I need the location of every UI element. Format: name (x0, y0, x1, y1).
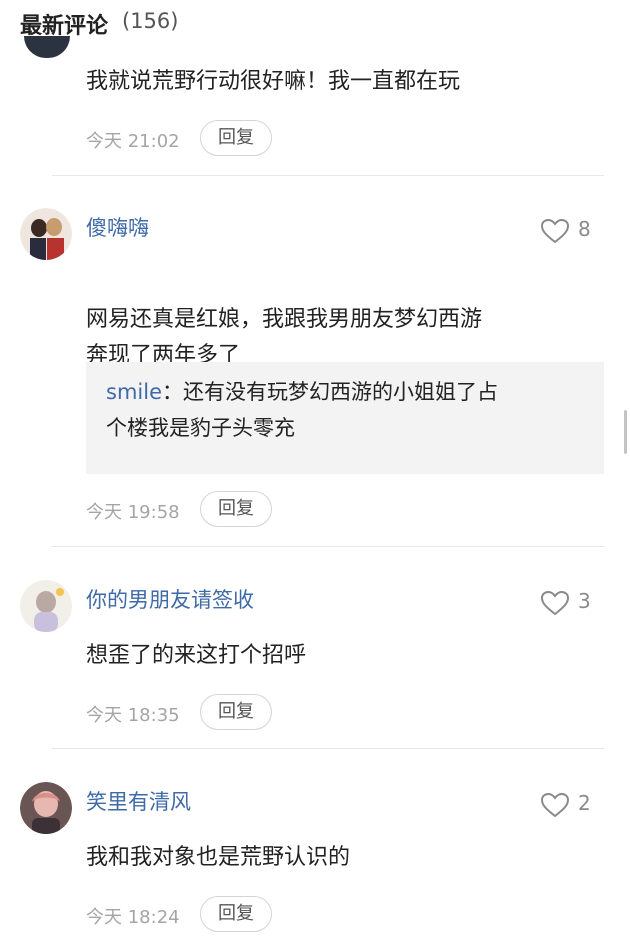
like-button[interactable]: 3 (540, 588, 600, 618)
reply-preview[interactable]: smile：还有没有玩梦幻西游的小姐姐了占 个楼我是豹子头零充 (86, 362, 604, 474)
username[interactable]: 笑里有清风 (86, 786, 191, 816)
heart-icon (540, 590, 570, 616)
username[interactable]: 你的男朋友请签收 (86, 584, 254, 614)
avatar[interactable] (20, 782, 72, 834)
username[interactable]: 傻嗨嗨 (86, 212, 149, 242)
like-count: 3 (578, 589, 591, 613)
divider (52, 748, 604, 749)
like-count: 2 (578, 791, 591, 815)
comment-content: 网易还真是红娘，我跟我男朋友梦幻西游 奔现了两年多了 (86, 266, 606, 405)
comments-header: 最新评论 (156) (0, 0, 630, 48)
like-button[interactable]: 8 (540, 216, 600, 246)
reply-button[interactable]: 回复 (200, 694, 272, 730)
comment-content: 我就说荒野行动很好嘛！我一直都在玩 (86, 69, 461, 94)
reply-button[interactable]: 回复 (200, 491, 272, 527)
comment-time: 今天 18:35 (86, 705, 180, 726)
reply-username[interactable]: smile (106, 380, 162, 404)
scrollbar[interactable] (624, 410, 627, 454)
like-count: 8 (578, 217, 591, 241)
divider (52, 175, 604, 176)
reply-text: smile：还有没有玩梦幻西游的小姐姐了占 个楼我是豹子头零充 (106, 380, 498, 440)
comment-count: (156) (122, 9, 179, 33)
comment-time: 今天 18:24 (86, 907, 180, 928)
comment-content: 想歪了的来这打个招呼 (86, 643, 307, 668)
avatar[interactable] (20, 580, 72, 632)
avatar[interactable] (24, 36, 70, 58)
comment-time: 今天 21:02 (86, 131, 180, 152)
heart-icon (540, 218, 570, 244)
reply-button[interactable]: 回复 (200, 120, 272, 156)
divider (52, 546, 604, 547)
reply-button[interactable]: 回复 (200, 896, 272, 932)
like-button[interactable]: 2 (540, 790, 600, 820)
heart-icon (540, 792, 570, 818)
comment-time: 今天 19:58 (86, 502, 180, 523)
avatar[interactable] (20, 208, 72, 260)
comment-content: 我和我对象也是荒野认识的 (86, 845, 351, 870)
